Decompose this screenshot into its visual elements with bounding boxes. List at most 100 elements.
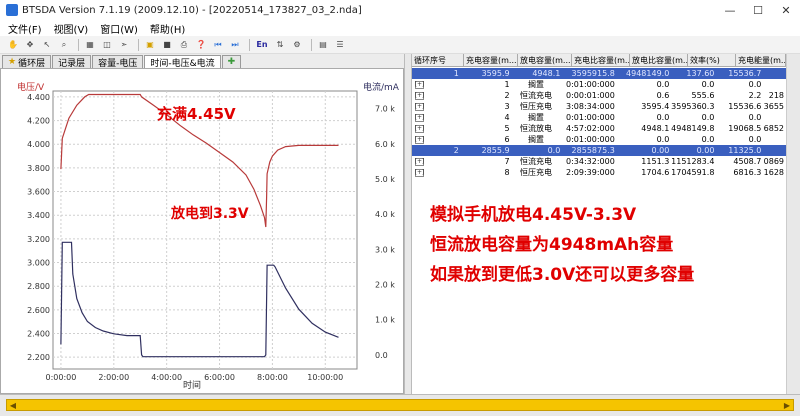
tab-add[interactable]: ✚ [221,55,242,68]
tab-time-voltage-current[interactable]: 时间-电压&电流 [144,55,221,69]
print-icon[interactable]: ⎙ [177,39,191,51]
menu-view[interactable]: 视图(V) [54,21,89,36]
y-tick-label: 4.400 [27,93,50,102]
cycle-data-grid: 循环序号 充电容量(m... 放电容量(m... 充电比容量(m... 放电比容… [412,54,800,394]
step-row[interactable]: [+] 6 搁置 0:01:00:000 0.0 0.0 0.0 [412,134,786,145]
x-tick-label: 10:00:00 [307,373,343,382]
step-row[interactable]: [+] 1 搁置 0:01:00:000 0.0 0.0 0.0 [412,79,786,90]
cycle-row[interactable]: 1 3595.9 4948.1 3595915.8 4948149.0 137.60 155… [412,68,786,79]
cycle-row[interactable]: 2 2855.9 0.0 2855875.3 0.00 0.00 11325.0 [412,145,786,156]
grid-view-icon[interactable]: ▦ [83,39,97,51]
menu-help[interactable]: 帮助(H) [150,21,185,36]
grid-cell: 3595915.8 [571,69,615,78]
menu-file[interactable]: 文件(F) [8,21,42,36]
minimize-button[interactable]: — [716,0,744,20]
zoom-tool-icon[interactable]: ⌕ [57,39,71,51]
tab-cycle[interactable]: ★ 循环层 [2,55,52,69]
toolbar-separator [78,38,79,51]
open-folder-icon[interactable]: ▣ [143,39,157,51]
grid-cell: 5 [504,124,510,133]
expand-toggle[interactable]: [+] [415,80,424,89]
x-tick-label: 4:00:00 [151,373,182,382]
expand-toggle[interactable]: [+] [415,168,424,177]
step-row[interactable]: [+] 5 恒流放电 4:57:02:000 4948.1 4948149.8 19068.… [412,123,786,134]
grid-cell: 4 [504,113,510,122]
tab-capacity-voltage[interactable]: 容量-电压 [92,55,144,69]
grid-cell: 11325.0 [728,146,762,155]
tab-label: 循环层 [18,58,46,69]
pan-icon[interactable]: ✥ [23,39,37,51]
expand-toggle[interactable]: [+] [415,113,424,122]
grid-cell: 2.2 [748,91,762,100]
first-icon[interactable]: ⏮ [211,39,225,51]
grid-cell: 137.60 [686,69,715,78]
menu-window[interactable]: 窗口(W) [100,21,138,36]
grid-cell: 0.0 [701,80,715,89]
grid-cell: 1 [504,80,510,89]
table-view-icon[interactable]: ▤ [316,39,330,51]
tab-label: 容量-电压 [98,58,138,69]
help-icon[interactable]: ❓ [194,39,208,51]
grid-cell: 0.0 [748,113,762,122]
col-header[interactable]: 充电容量(m... [464,54,518,66]
col-header[interactable]: 效率(%) [688,54,736,66]
select-tool-icon[interactable]: ↖ [40,39,54,51]
filter-icon[interactable]: ⇅ [273,39,287,51]
horizontal-scrollbar[interactable]: ◀ ▶ [6,399,794,411]
expand-toggle[interactable]: [+] [415,124,424,133]
grid-cell: 0:00:01:000 [566,91,615,100]
expand-toggle[interactable]: [+] [415,135,424,144]
x-tick-label: 8:00:00 [257,373,288,382]
col-header[interactable]: 充电比容量(m... [572,54,630,66]
grid-cell: 恒流充电 [519,91,552,100]
plot-area [52,90,358,370]
grid-cell: 3:08:34:000 [566,102,615,111]
col-header[interactable]: 充电能量(m... [736,54,786,66]
chart-panel: 电压/V 电流/mA 时间 0:00:00 2:00:00 4:00:00 6:00:… [0,68,404,394]
scroll-right-icon[interactable]: ▶ [781,400,793,410]
maximize-button[interactable]: ☐ [744,0,772,20]
grid-cell: 0.0 [748,135,762,144]
settings-icon[interactable]: ⚙ [290,39,304,51]
y2-tick-label: 7.0 k [375,105,395,114]
next-icon[interactable]: ⏭ [228,39,242,51]
grid-cell: 2855875.3 [571,146,615,155]
grid-cell: 1704591.8 [671,168,715,177]
col-header[interactable]: 放电比容量(m... [630,54,688,66]
save-icon[interactable]: ■ [160,39,174,51]
step-row[interactable]: [+] 3 恒压充电 3:08:34:000 3595.4 3595360.3 15536.… [412,101,786,112]
panel-splitter[interactable] [404,54,412,394]
grid-cell: 4948.1 [641,124,670,133]
y2-tick-label: 3.0 k [375,245,395,254]
grid-cell: 3 [504,102,510,111]
close-button[interactable]: ✕ [772,0,800,20]
grid-cell: 搁置 [527,113,544,122]
expand-toggle[interactable]: [+] [415,102,424,111]
step-row[interactable]: [+] 7 恒流充电 0:34:32:000 1151.3 1151283.4 4508.7… [412,156,786,167]
expand-toggle[interactable]: [+] [415,91,424,100]
grid-cell: 6 [504,135,510,144]
hand-tool-icon[interactable]: ✋ [6,39,20,51]
app-icon [6,4,18,16]
tab-record[interactable]: 记录层 [52,55,92,69]
list-view-icon[interactable]: ☰ [333,39,347,51]
grid-cell: 0:01:00:000 [566,80,615,89]
language-button[interactable]: En [254,39,270,51]
vertical-scrollbar[interactable] [786,54,800,394]
step-row[interactable]: [+] 2 恒流充电 0:00:01:000 0.6 555.6 2.2 218 [412,90,786,101]
grid-cell: 1 [453,69,459,78]
grid-cell: 2 [453,146,459,155]
col-header[interactable]: 放电容量(m... [518,54,572,66]
step-row[interactable]: [+] 8 恒压充电 2:09:39:000 1704.6 1704591.8 6816.3… [412,167,786,178]
step-row[interactable]: [+] 4 搁置 0:01:00:000 0.0 0.0 0.0 [412,112,786,123]
y-tick-label: 2.800 [27,282,50,291]
grid-cell [763,79,786,90]
expand-toggle[interactable]: [+] [415,157,424,166]
col-header[interactable]: 循环序号 [412,54,464,66]
grid-cell: 0.00 [696,146,715,155]
scroll-left-icon[interactable]: ◀ [7,400,19,410]
grid-cell: 3595.4 [641,102,670,111]
cursor-icon[interactable]: ➣ [117,39,131,51]
grid-cell: 2855.9 [481,146,510,155]
layout-icon[interactable]: ◫ [100,39,114,51]
